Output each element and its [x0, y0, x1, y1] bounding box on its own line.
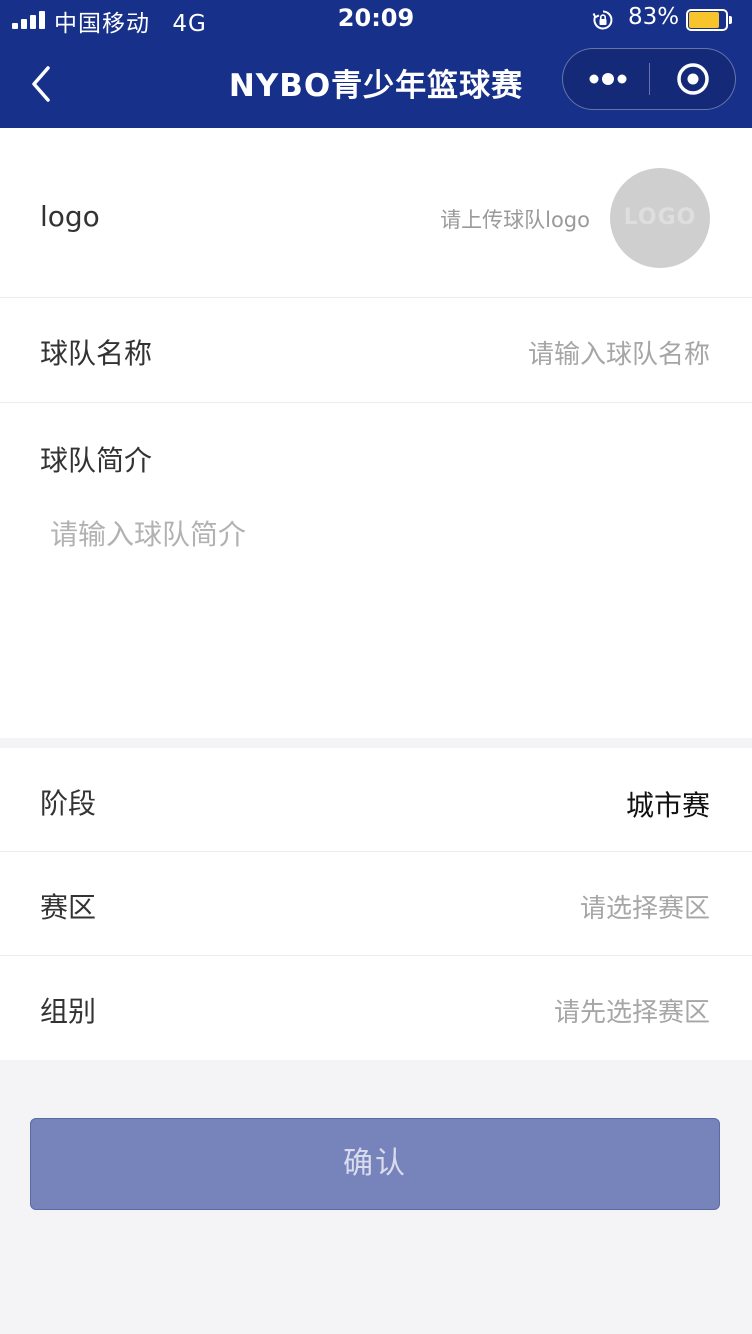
status-bar: 中国移动 4G 20:09 83%: [0, 0, 752, 40]
battery-icon: [686, 9, 732, 31]
competition-section: 阶段 城市赛 赛区 请选择赛区 组别 请先选择赛区: [0, 748, 752, 1060]
team-intro-row: 球队简介 请输入球队简介: [0, 403, 752, 738]
stage-row[interactable]: 阶段 城市赛: [0, 748, 752, 852]
confirm-button[interactable]: 确认: [30, 1118, 720, 1210]
group-label: 组别: [40, 995, 97, 1028]
group-row[interactable]: 组别 请先选择赛区: [0, 956, 752, 1060]
logo-upload-hint: 请上传球队logo: [440, 208, 590, 232]
zone-row[interactable]: 赛区 请选择赛区: [0, 852, 752, 956]
logo-label: logo: [40, 200, 100, 233]
more-dots-icon: [589, 73, 627, 85]
battery-percent: 83%: [628, 4, 680, 30]
logo-row: logo 请上传球队logo LOGO: [0, 128, 752, 298]
team-name-label: 球队名称: [40, 337, 153, 370]
stage-value[interactable]: 城市赛: [626, 784, 710, 824]
mini-program-capsule: [562, 48, 736, 110]
page: 中国移动 4G 20:09 83% NYBO青少年篮球赛 logo 请上传球队l…: [0, 0, 752, 1334]
team-info-section: logo 请上传球队logo LOGO 球队名称 请输入球队名称 球队简介 请输…: [0, 128, 752, 738]
group-select[interactable]: 请先选择赛区: [554, 992, 710, 1029]
target-circle-icon: [677, 63, 709, 95]
nav-bar: NYBO青少年篮球赛: [0, 40, 752, 128]
team-intro-label: 球队简介: [40, 444, 153, 477]
team-intro-textarea[interactable]: 请输入球队简介: [40, 513, 712, 713]
stage-label: 阶段: [40, 787, 97, 820]
orientation-lock-icon: [592, 10, 613, 30]
team-name-input[interactable]: 请输入球队名称: [528, 334, 710, 371]
logo-upload-button[interactable]: LOGO: [610, 168, 710, 268]
team-name-row[interactable]: 球队名称 请输入球队名称: [0, 298, 752, 403]
zone-select[interactable]: 请选择赛区: [580, 888, 710, 925]
top-header: 中国移动 4G 20:09 83% NYBO青少年篮球赛: [0, 0, 752, 128]
more-button[interactable]: [563, 49, 649, 109]
logo-placeholder-text: LOGO: [623, 205, 697, 230]
zone-label: 赛区: [40, 891, 97, 924]
close-button[interactable]: [650, 49, 736, 109]
